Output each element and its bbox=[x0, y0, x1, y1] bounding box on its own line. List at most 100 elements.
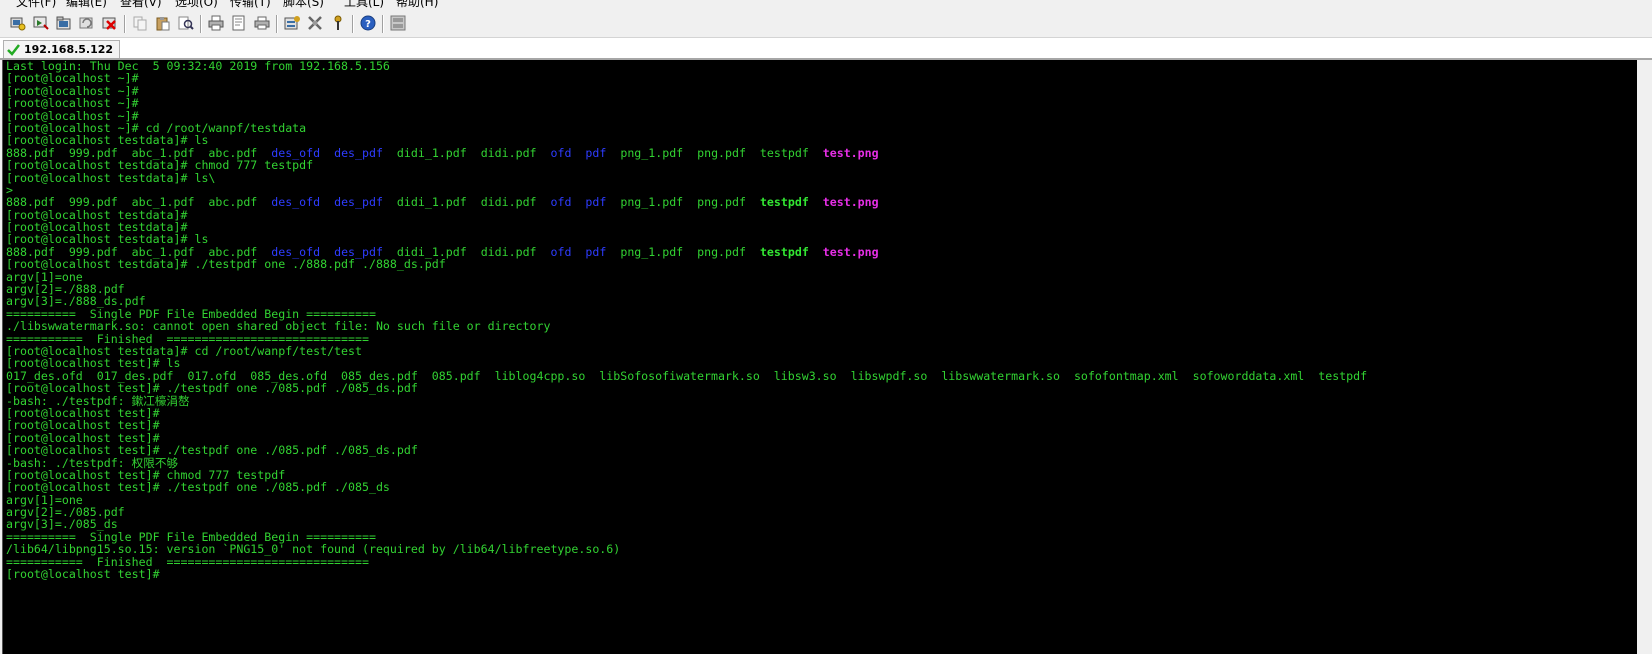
session-options-icon bbox=[284, 16, 300, 30]
terminal-line: [root@localhost test]# bbox=[6, 568, 1367, 580]
connect-button[interactable] bbox=[9, 14, 27, 32]
terminal-line: [root@localhost ~]# bbox=[6, 85, 1367, 97]
session-tab-bar: 192.168.5.122 bbox=[0, 38, 1652, 60]
terminal-text-img: test.png bbox=[822, 244, 879, 259]
print-button[interactable] bbox=[207, 14, 225, 32]
copy-icon bbox=[133, 16, 147, 31]
terminal-line: [root@localhost ~]# cd /root/wanpf/testd… bbox=[6, 122, 1367, 134]
global-options-button[interactable] bbox=[306, 14, 324, 32]
terminal-text-dir: pdf bbox=[585, 195, 607, 210]
toolbar-separator bbox=[382, 15, 384, 33]
disconnect-icon bbox=[102, 17, 116, 30]
terminal-line: =========== Finished ===================… bbox=[6, 555, 1367, 568]
terminal-line: argv[2]=./085.pdf bbox=[6, 506, 1367, 518]
print-screen-button[interactable] bbox=[253, 14, 271, 32]
terminal-line: 888.pdf 999.pdf abc_1.pdf abc.pdf des_of… bbox=[6, 196, 1367, 208]
terminal-text-dir: des_ofd bbox=[271, 195, 321, 210]
terminal-line: [root@localhost testdata]# ./testpdf one… bbox=[6, 258, 1367, 270]
terminal-text: png_1.pdf png.pdf testpdf bbox=[606, 145, 823, 160]
help-button[interactable]: ? bbox=[359, 14, 377, 32]
disconnect-button[interactable] bbox=[101, 14, 119, 32]
terminal-text-dir: pdf bbox=[585, 145, 607, 160]
menu-script[interactable]: 脚本(S) bbox=[283, 0, 324, 8]
svg-text:?: ? bbox=[365, 19, 371, 30]
terminal-text: didi_1.pdf didi.pdf bbox=[382, 145, 551, 160]
keymap-button[interactable] bbox=[329, 14, 347, 32]
reconnect-icon bbox=[79, 17, 93, 29]
quick-connect-button[interactable] bbox=[32, 14, 50, 32]
find-button[interactable] bbox=[177, 14, 195, 32]
session-tab-title: 192.168.5.122 bbox=[24, 43, 114, 56]
print-setup-icon bbox=[232, 15, 245, 31]
terminal-text-exe: testpdf bbox=[759, 244, 809, 259]
paste-button[interactable] bbox=[154, 14, 172, 32]
toolbar-separator bbox=[200, 15, 202, 33]
copy-button[interactable] bbox=[131, 14, 149, 32]
print-icon bbox=[208, 15, 224, 31]
terminal-text-dir: ofd bbox=[550, 244, 572, 259]
help-icon: ? bbox=[360, 15, 376, 31]
terminal-text-dir: des_pdf bbox=[334, 145, 383, 160]
terminal-output[interactable]: Last login: Thu Dec 5 09:32:40 2019 from… bbox=[2, 60, 1652, 654]
session-tab[interactable]: 192.168.5.122 bbox=[3, 40, 121, 58]
terminal-line: [root@localhost testdata]# cd /root/wanp… bbox=[6, 345, 1367, 357]
terminal-line: -bash: ./testpdf: 鏉冮檺涓嶅 bbox=[6, 394, 1367, 407]
connect-in-tab-icon bbox=[56, 16, 71, 30]
terminal-line: [root@localhost testdata]# bbox=[6, 208, 1367, 221]
global-options-icon bbox=[308, 16, 322, 30]
menu-transfer[interactable]: 传输(T) bbox=[230, 0, 271, 8]
toolbar-separator bbox=[352, 15, 354, 33]
menu-options[interactable]: 选项(O) bbox=[175, 0, 218, 8]
quick-connect-icon bbox=[33, 16, 49, 30]
checkmark-icon bbox=[7, 43, 20, 56]
terminal-line: [root@localhost test]# bbox=[6, 419, 1367, 431]
terminal-line: [root@localhost ~]# bbox=[6, 97, 1367, 109]
reconnect-button[interactable] bbox=[78, 14, 96, 32]
terminal-lines: Last login: Thu Dec 5 09:32:40 2019 from… bbox=[6, 60, 1367, 580]
menu-file[interactable]: 文件(F) bbox=[16, 0, 56, 8]
terminal-line: argv[1]=one bbox=[6, 270, 1367, 283]
connect-in-tab-button[interactable] bbox=[55, 14, 73, 32]
terminal-text-dir: ofd bbox=[550, 145, 572, 160]
toolbar-separator bbox=[124, 15, 126, 33]
terminal-line: Last login: Thu Dec 5 09:32:40 2019 from… bbox=[6, 60, 1367, 72]
vertical-scrollbar[interactable] bbox=[1637, 60, 1652, 654]
terminal-text: [root@localhost test]# bbox=[6, 567, 167, 582]
terminal-line: [root@localhost ~]# bbox=[6, 72, 1367, 84]
menu-tools[interactable]: 工具(L) bbox=[344, 0, 384, 8]
toolbar: ? bbox=[0, 8, 1652, 38]
print-setup-button[interactable] bbox=[230, 14, 248, 32]
menu-edit[interactable]: 编辑(E) bbox=[66, 0, 107, 8]
session-options-button[interactable] bbox=[283, 14, 301, 32]
terminal-text-img: test.png bbox=[822, 195, 879, 210]
terminal-text: [root@localhost testdata]# ls\ bbox=[6, 170, 216, 185]
terminal-text: png_1.pdf png.pdf bbox=[606, 244, 760, 259]
terminal-line: [root@localhost test]# ./testpdf one ./0… bbox=[6, 382, 1367, 394]
keymap-icon bbox=[334, 15, 342, 30]
connect-icon bbox=[10, 17, 26, 31]
menu-bar: 文件(F) 编辑(E) 查看(V) 选项(O) 传输(T) 脚本(S) 工具(L… bbox=[0, 0, 1652, 8]
toolbar-separator bbox=[276, 15, 278, 33]
terminal-text-dir: pdf bbox=[585, 244, 607, 259]
terminal-line: [root@localhost test]# ./testpdf one ./0… bbox=[6, 444, 1367, 456]
terminal-line: [root@localhost test]# ./testpdf one ./0… bbox=[6, 481, 1367, 493]
sftp-button[interactable] bbox=[389, 14, 407, 32]
terminal-text-dir: ofd bbox=[550, 195, 572, 210]
terminal-text-dir: des_pdf bbox=[334, 195, 383, 210]
terminal-line: argv[2]=./888.pdf bbox=[6, 283, 1367, 295]
terminal-text-img: test.png bbox=[822, 145, 879, 160]
menu-view[interactable]: 查看(V) bbox=[120, 0, 162, 8]
terminal-line: [root@localhost test]# bbox=[6, 407, 1367, 419]
menu-help[interactable]: 帮助(H) bbox=[396, 0, 438, 8]
terminal-line: [root@localhost testdata]# bbox=[6, 221, 1367, 233]
paste-icon bbox=[156, 17, 170, 31]
find-icon bbox=[178, 16, 194, 30]
terminal-line: [root@localhost testdata]# ls\ bbox=[6, 170, 1367, 185]
terminal-text: png_1.pdf png.pdf bbox=[606, 195, 760, 210]
